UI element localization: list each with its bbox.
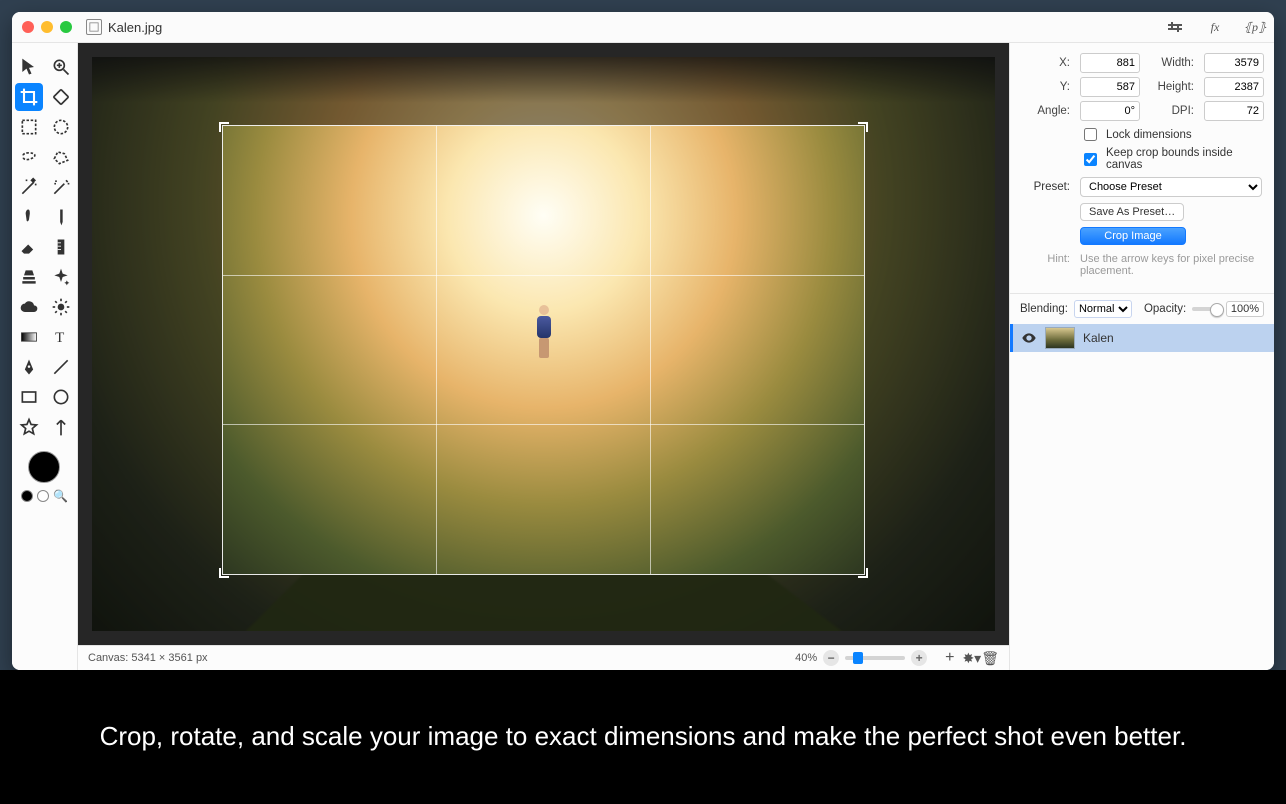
window-controls [22,21,72,33]
crop-image-button[interactable]: Crop Image [1080,227,1186,245]
zoom-percent: 40% [795,652,817,664]
hint-text: Use the arrow keys for pixel precise pla… [1080,253,1262,277]
angle-field[interactable] [1080,101,1140,121]
width-label: Width: [1144,57,1194,69]
crop-handle-tl[interactable] [219,122,229,132]
marketing-caption: Crop, rotate, and scale your image to ex… [0,670,1286,804]
star-shape-tool[interactable] [15,413,43,441]
width-field[interactable] [1204,53,1264,73]
ellipse-select-tool[interactable] [47,113,75,141]
keep-crop-inside-checkbox[interactable] [1084,153,1097,166]
magic-select-tool[interactable] [47,173,75,201]
tool-palette: T 🔍 [12,43,78,670]
arrow-shape-tool[interactable] [47,413,75,441]
foreground-color-swatch[interactable] [28,451,60,483]
blending-label: Blending: [1020,303,1068,315]
inspector: X: Width: Y: Height: Angle: DPI: [1009,43,1274,670]
minimize-window-button[interactable] [41,21,53,33]
titlebar: Kalen.jpg fx ⦃p⦄ [12,12,1274,43]
crop-tool[interactable] [15,83,43,111]
hint-label: Hint: [1020,253,1070,277]
subject-figure [537,305,551,358]
transform-tool[interactable] [47,83,75,111]
dpi-label: DPI: [1144,105,1194,117]
opacity-value: 100% [1226,301,1264,317]
zoom-window-button[interactable] [60,21,72,33]
layer-name: Kalen [1083,331,1114,345]
rect-shape-tool[interactable] [15,383,43,411]
dpi-field[interactable] [1204,101,1264,121]
height-label: Height: [1144,81,1194,93]
delete-layer-button[interactable]: 🗑 [981,650,999,667]
svg-text:T: T [55,330,64,346]
layer-options-button[interactable]: ✸▾ [962,650,981,667]
adjust-icon[interactable] [1164,16,1186,38]
lock-dimensions-checkbox[interactable] [1084,128,1097,141]
document-icon [86,19,102,35]
keep-crop-inside-label: Keep crop bounds inside canvas [1106,147,1262,171]
angle-label: Angle: [1020,105,1070,117]
x-label: X: [1020,57,1070,69]
magic-wand-tool[interactable] [15,173,43,201]
status-bar: Canvas: 5341 × 3561 px 40% − + + ✸▾ 🗑 [78,645,1009,670]
canvas[interactable] [92,57,995,631]
cloud-tool[interactable] [15,293,43,321]
add-layer-button[interactable]: + [945,649,954,667]
clone-stamp-tool[interactable] [15,263,43,291]
eyedropper-icon[interactable]: 🔍 [53,489,68,503]
swap-swatch-white[interactable] [37,490,49,502]
preset-label: Preset: [1020,181,1070,193]
fx-icon[interactable]: fx [1204,16,1226,38]
crop-handle-tr[interactable] [858,122,868,132]
exposure-tool[interactable] [47,293,75,321]
canvas-size-text: Canvas: 5341 × 3561 px [88,652,208,664]
layer-thumbnail [1045,327,1075,349]
opacity-slider[interactable] [1192,307,1220,311]
brush-tool[interactable] [15,203,43,231]
gradient-tool[interactable] [15,323,43,351]
blend-bar: Blending: Normal Opacity: 100% [1010,293,1274,324]
zoom-out-button[interactable]: − [823,650,839,666]
presets-icon[interactable]: ⦃p⦄ [1244,16,1266,38]
eraser-tool[interactable] [15,233,43,261]
swap-swatch-black[interactable] [21,490,33,502]
line-tool[interactable] [47,353,75,381]
zoom-tool[interactable] [47,53,75,81]
y-field[interactable] [1080,77,1140,97]
poly-lasso-tool[interactable] [47,143,75,171]
preset-select[interactable]: Choose Preset [1080,177,1262,197]
move-tool[interactable] [15,53,43,81]
height-field[interactable] [1204,77,1264,97]
ruler-tool[interactable] [47,233,75,261]
pen-tool[interactable] [15,353,43,381]
app-window: Kalen.jpg fx ⦃p⦄ [12,12,1274,670]
zoom-in-button[interactable]: + [911,650,927,666]
lock-dimensions-label: Lock dimensions [1106,129,1192,141]
text-tool[interactable]: T [47,323,75,351]
blending-select[interactable]: Normal [1074,300,1132,318]
sparkle-tool[interactable] [47,263,75,291]
visibility-toggle-icon[interactable] [1021,330,1037,346]
canvas-area: Canvas: 5341 × 3561 px 40% − + + ✸▾ 🗑 [78,43,1009,670]
layer-list: Kalen [1010,324,1274,670]
document-title: Kalen.jpg [108,20,162,35]
crop-box[interactable] [223,126,864,574]
lasso-tool[interactable] [15,143,43,171]
ellipse-shape-tool[interactable] [47,383,75,411]
close-window-button[interactable] [22,21,34,33]
y-label: Y: [1020,81,1070,93]
crop-handle-br[interactable] [858,568,868,578]
opacity-label: Opacity: [1144,303,1186,315]
layer-item[interactable]: Kalen [1010,324,1274,352]
crop-handle-bl[interactable] [219,568,229,578]
save-preset-button[interactable]: Save As Preset… [1080,203,1184,221]
pencil-tool[interactable] [47,203,75,231]
rect-select-tool[interactable] [15,113,43,141]
zoom-slider[interactable] [845,656,905,660]
x-field[interactable] [1080,53,1140,73]
